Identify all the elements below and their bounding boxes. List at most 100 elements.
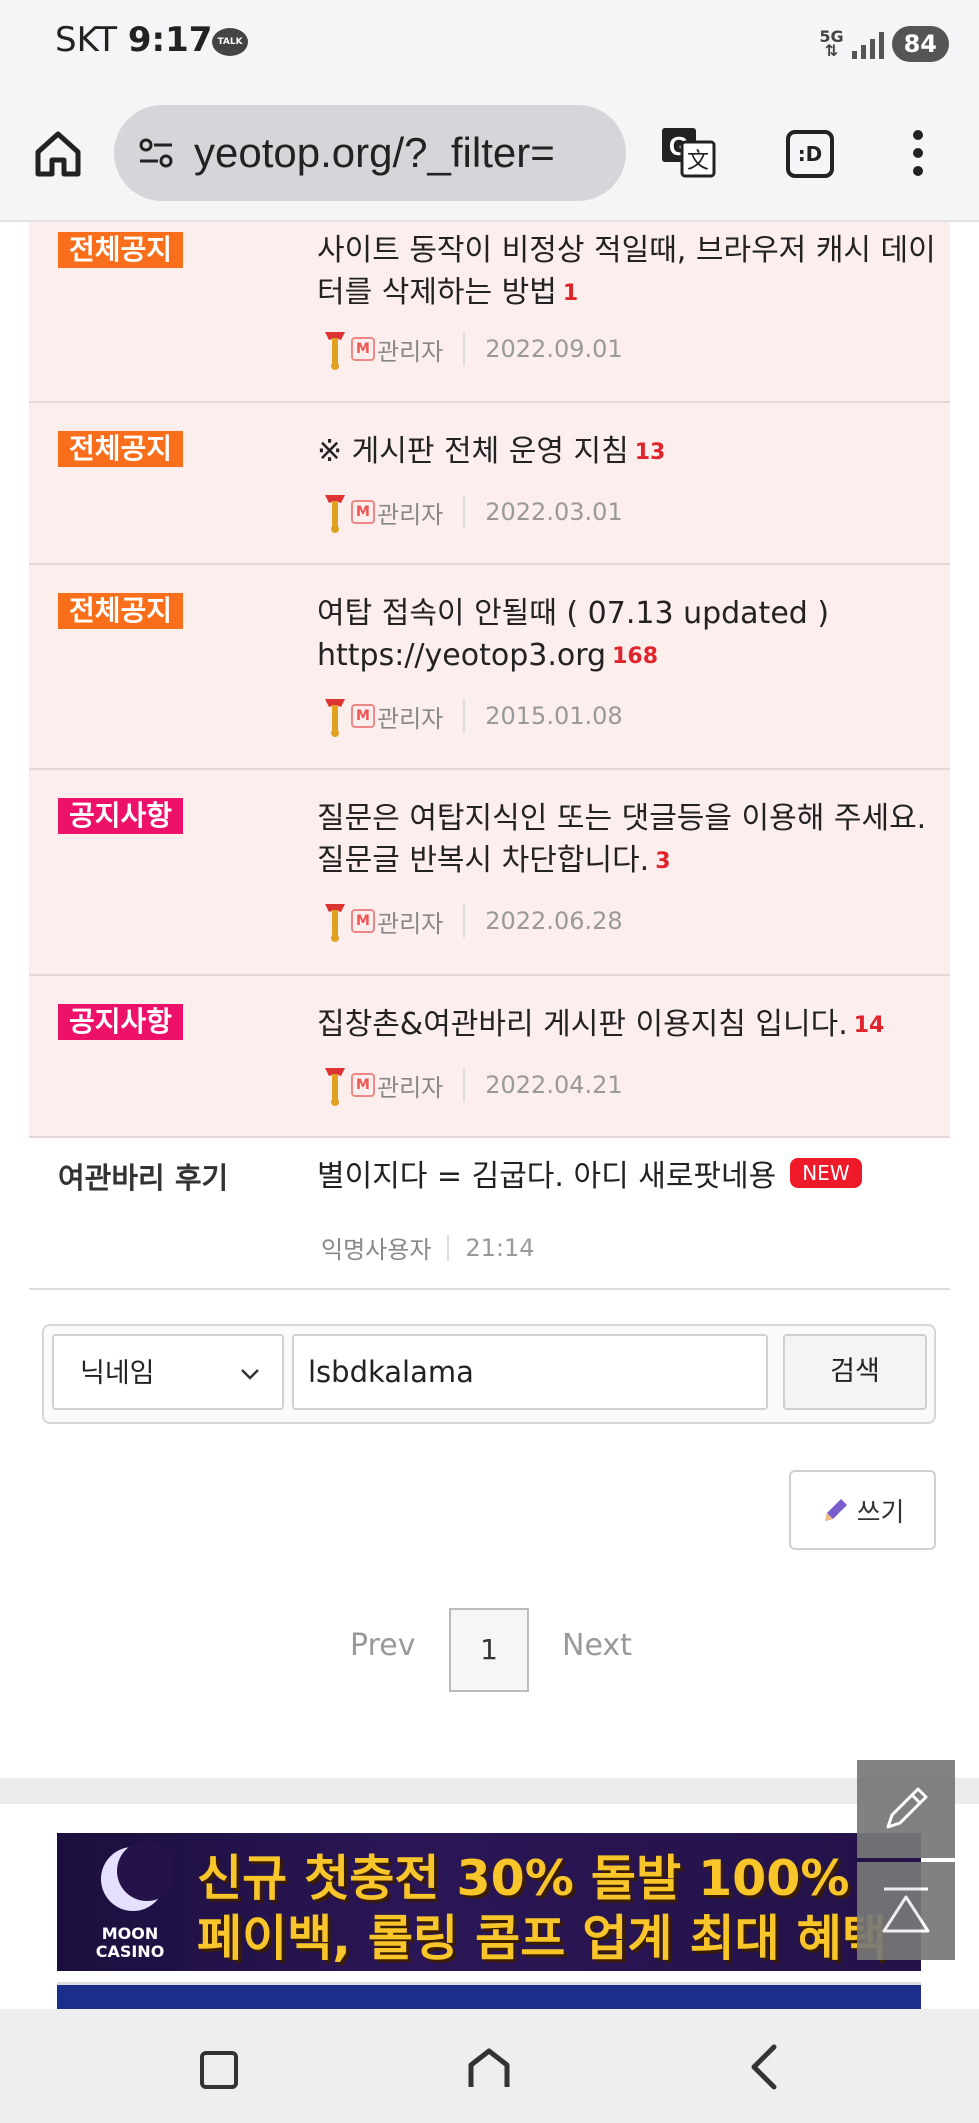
- admin-level-icon: [325, 904, 345, 942]
- tabs-icon[interactable]: :D: [786, 130, 834, 178]
- write-label: 쓰기: [856, 1497, 905, 1528]
- category-label: 여관바리 후기: [58, 1161, 229, 1195]
- author[interactable]: 관리자: [377, 904, 443, 939]
- admin-level-icon: [325, 332, 345, 370]
- clock: 9:17: [127, 20, 213, 60]
- member-icon: M: [351, 704, 375, 728]
- prev-page-link[interactable]: Prev: [350, 1628, 415, 1663]
- search-input[interactable]: [292, 1334, 768, 1410]
- list-item[interactable]: 여관바리 후기 별이지다 = 김굽다. 아디 새로팟네용 NEW 익명사용자 21…: [29, 1138, 950, 1290]
- list-item[interactable]: 공지사항 질문은 여탑지식인 또는 댓글등을 이용해 주세요. 질문글 반복시 …: [29, 770, 950, 976]
- post-title[interactable]: 집창촌&여관바리 게시판 이용지침 입니다. 14: [317, 1004, 937, 1047]
- banner-brand: MOON CASINO: [95, 1924, 165, 1961]
- author[interactable]: 익명사용자: [321, 1230, 431, 1265]
- category-badge: 전체공지: [58, 593, 184, 629]
- signal-icon: [851, 29, 884, 59]
- comment-count: 13: [634, 440, 666, 465]
- member-icon: M: [351, 1073, 375, 1097]
- translate-icon[interactable]: G 文: [660, 124, 716, 180]
- chevron-down-icon: [241, 1369, 259, 1380]
- recent-apps-icon[interactable]: [200, 2051, 238, 2089]
- floating-write-button[interactable]: [857, 1760, 955, 1858]
- member-icon: M: [351, 337, 375, 361]
- status-bar: SKT 9:17 TALK 5G ⇅ 84: [0, 0, 979, 90]
- post-meta: M 관리자 2022.09.01: [321, 326, 623, 372]
- status-indicators: 5G ⇅ 84: [819, 24, 949, 64]
- list-item[interactable]: 전체공지 ※ 게시판 전체 운영 지침 13 M 관리자 2022.03.01: [29, 403, 950, 565]
- admin-level-icon: [325, 495, 345, 533]
- member-icon: M: [351, 500, 375, 524]
- svg-text:文: 文: [687, 149, 709, 174]
- pagination: Prev 1 Next: [0, 1608, 979, 1692]
- list-item[interactable]: 공지사항 집창촌&여관바리 게시판 이용지침 입니다. 14 M 관리자 2022…: [29, 976, 950, 1138]
- address-bar[interactable]: yeotop.org/?_filter=: [114, 105, 626, 201]
- system-nav-bar: [0, 2009, 979, 2123]
- post-date: 2022.06.28: [485, 907, 623, 935]
- post-date: 2022.09.01: [485, 335, 623, 363]
- category-badge: 전체공지: [58, 431, 184, 467]
- category-badge: 전체공지: [58, 232, 184, 268]
- comment-count: 168: [612, 644, 659, 669]
- status-time: SKT 9:17: [55, 20, 212, 60]
- post-meta: M 관리자 2022.03.01: [321, 489, 623, 535]
- divider: [463, 699, 466, 733]
- post-title[interactable]: ※ 게시판 전체 운영 지침 13: [317, 431, 937, 474]
- admin-level-icon: [325, 1068, 345, 1106]
- pencil-icon: [824, 1499, 847, 1521]
- post-meta: M 관리자 2015.01.08: [321, 693, 623, 739]
- browser-toolbar: yeotop.org/?_filter= G 文 :D: [0, 90, 979, 222]
- arrow-up-icon: [882, 1887, 930, 1933]
- scroll-to-top-button[interactable]: [857, 1862, 955, 1960]
- member-icon: M: [351, 909, 375, 933]
- comment-count: 1: [562, 281, 579, 306]
- post-date: 2022.04.21: [485, 1071, 623, 1099]
- post-meta: 익명사용자 21:14: [321, 1230, 535, 1265]
- author[interactable]: 관리자: [377, 495, 443, 530]
- search-button[interactable]: 검색: [783, 1334, 927, 1410]
- talk-notification-icon: TALK: [212, 28, 248, 56]
- more-menu-icon[interactable]: [912, 130, 924, 176]
- post-title[interactable]: 별이지다 = 김굽다. 아디 새로팟네용 NEW: [317, 1156, 937, 1198]
- carrier-label: SKT: [55, 20, 118, 60]
- list-item[interactable]: 전체공지 사이트 동작이 비정상 적일때, 브라우저 캐시 데이터를 삭제하는 …: [29, 222, 950, 403]
- post-title[interactable]: 사이트 동작이 비정상 적일때, 브라우저 캐시 데이터를 삭제하는 방법 1: [317, 230, 937, 315]
- home-icon[interactable]: [32, 128, 84, 180]
- write-button[interactable]: 쓰기: [789, 1470, 936, 1550]
- battery-icon: 84: [891, 26, 949, 62]
- next-page-link[interactable]: Next: [562, 1628, 632, 1663]
- ad-banner-secondary[interactable]: [57, 1982, 921, 2011]
- post-date: 21:14: [465, 1233, 535, 1262]
- author[interactable]: 관리자: [377, 1068, 443, 1103]
- post-meta: M 관리자 2022.06.28: [321, 898, 623, 944]
- divider: [463, 495, 466, 529]
- divider: [463, 904, 466, 938]
- ad-banner[interactable]: MOON CASINO 신규 첫충전 30% 돌발 100% 페이백, 롤링 콤프…: [57, 1833, 921, 1971]
- author[interactable]: 관리자: [377, 699, 443, 734]
- post-meta: M 관리자 2022.04.21: [321, 1062, 623, 1108]
- post-date: 2015.01.08: [485, 702, 623, 730]
- comment-count: 3: [655, 849, 671, 874]
- post-list: 전체공지 사이트 동작이 비정상 적일때, 브라우저 캐시 데이터를 삭제하는 …: [29, 222, 950, 1290]
- section-divider: [0, 1778, 979, 1804]
- search-field-select[interactable]: 닉네임: [52, 1334, 284, 1410]
- url-text[interactable]: yeotop.org/?_filter=: [194, 129, 555, 177]
- search-form: 닉네임 검색: [42, 1324, 936, 1424]
- post-title[interactable]: 질문은 여탑지식인 또는 댓글등을 이용해 주세요. 질문글 반복시 차단합니다…: [317, 798, 937, 883]
- new-badge: NEW: [790, 1158, 862, 1188]
- site-settings-icon[interactable]: [136, 133, 176, 173]
- divider: [463, 1068, 466, 1102]
- back-icon[interactable]: [746, 2043, 780, 2091]
- moon-logo-icon: [101, 1841, 171, 1911]
- category-badge: 공지사항: [58, 798, 184, 834]
- post-title[interactable]: 여탑 접속이 안될때 ( 07.13 updated ) https://yeo…: [317, 593, 937, 678]
- list-item[interactable]: 전체공지 여탑 접속이 안될때 ( 07.13 updated ) https:…: [29, 565, 950, 770]
- page-number-current[interactable]: 1: [449, 1608, 529, 1692]
- divider: [463, 332, 466, 366]
- category-badge: 공지사항: [58, 1004, 184, 1040]
- pencil-icon: [886, 1787, 928, 1829]
- divider: [447, 1234, 450, 1261]
- admin-level-icon: [325, 699, 345, 737]
- comment-count: 14: [853, 1013, 885, 1038]
- author[interactable]: 관리자: [377, 332, 443, 367]
- home-nav-icon[interactable]: [466, 2047, 512, 2089]
